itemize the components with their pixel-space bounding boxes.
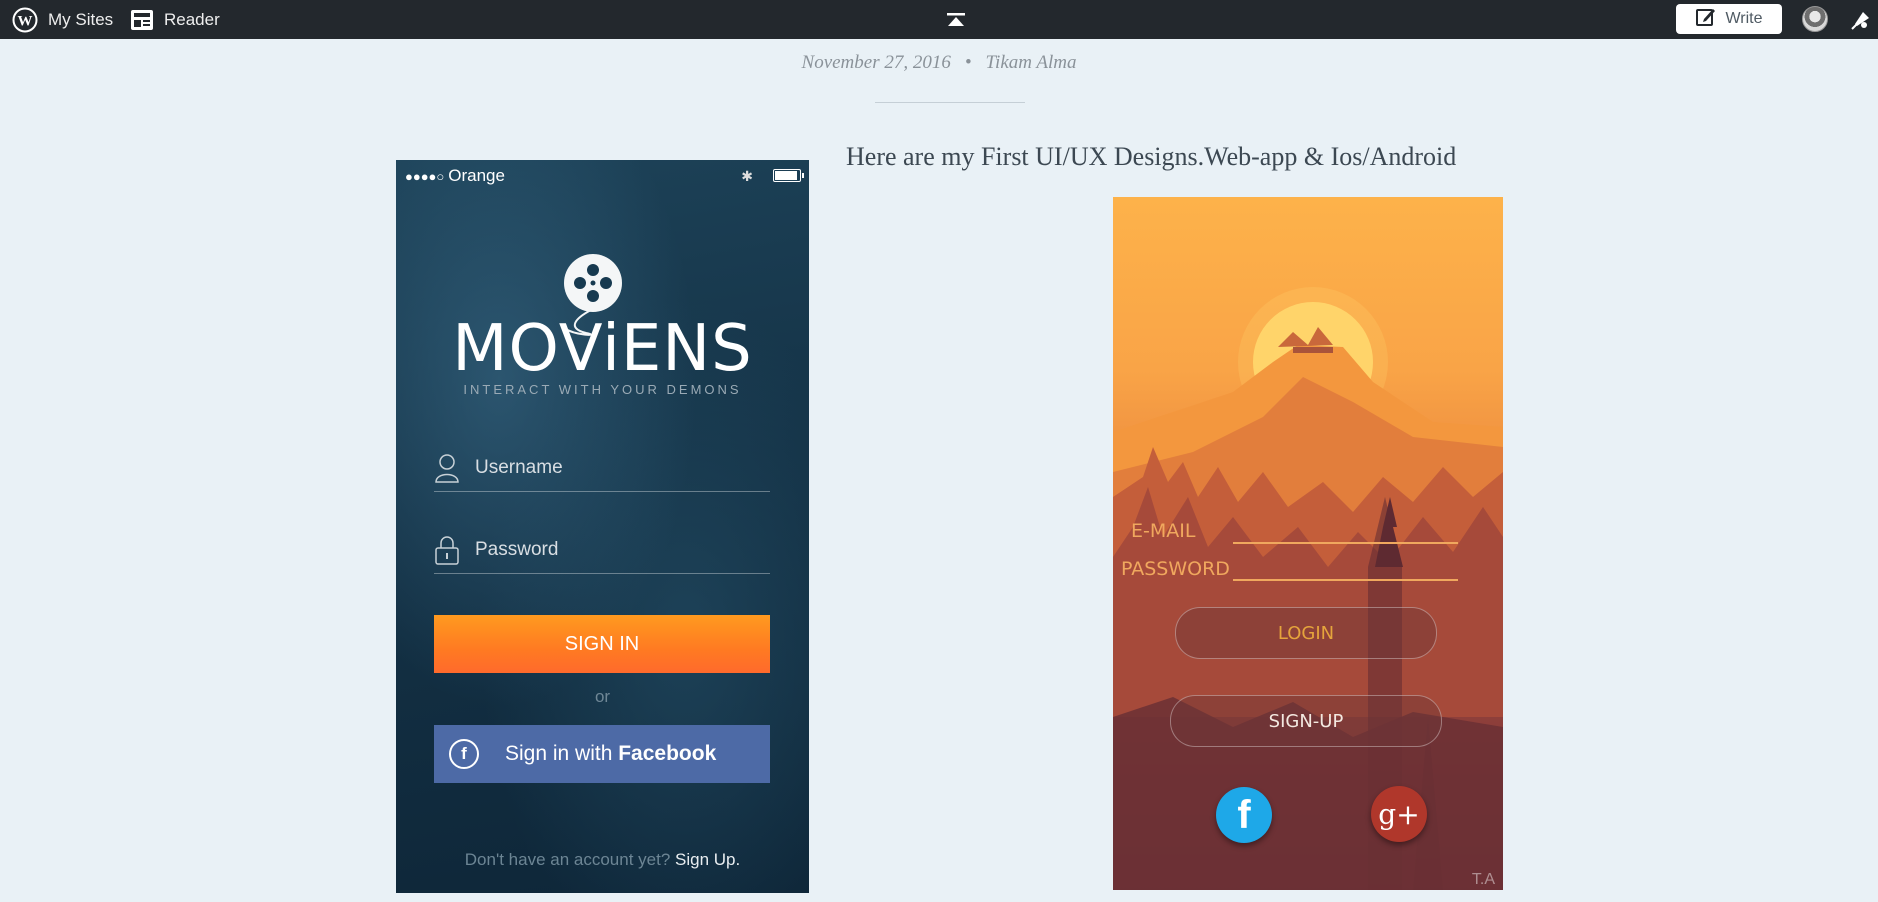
signup-link[interactable]: Sign Up. bbox=[675, 850, 740, 869]
facebook-sign-in-label: Sign in with Facebook bbox=[505, 742, 717, 765]
username-placeholder: Username bbox=[475, 457, 563, 478]
email-label: E-MAIL bbox=[1131, 520, 1196, 542]
email-input[interactable] bbox=[1233, 542, 1458, 544]
write-label: Write bbox=[1725, 10, 1763, 27]
my-sites-label: My Sites bbox=[48, 9, 114, 29]
post-date[interactable]: November 27, 2016 bbox=[802, 52, 951, 73]
write-button[interactable]: Write bbox=[1676, 4, 1782, 34]
my-sites-button[interactable]: W My Sites bbox=[12, 0, 113, 39]
reader-button[interactable]: Reader bbox=[130, 0, 220, 39]
facebook-icon: f bbox=[449, 739, 479, 769]
designer-signature: T.A bbox=[1471, 871, 1495, 888]
collapse-up-button[interactable] bbox=[946, 0, 966, 39]
or-separator: or bbox=[594, 687, 611, 706]
signal-icon: ●●●●○ bbox=[405, 168, 445, 184]
moviens-login-mockup: ●●●●○ Orange ✱ MOViENS INTERACT WITH YOU… bbox=[396, 160, 809, 893]
login-button[interactable]: LOGIN bbox=[1175, 607, 1437, 659]
notifications-icon bbox=[1849, 8, 1873, 32]
password-field[interactable]: Password bbox=[434, 523, 770, 574]
film-reel-icon bbox=[564, 254, 622, 312]
post-author[interactable]: Tikam Alma bbox=[986, 52, 1077, 73]
avatar[interactable] bbox=[1802, 6, 1828, 32]
carrier-label: Orange bbox=[448, 166, 505, 185]
google-plus-icon[interactable]: g+ bbox=[1371, 786, 1427, 842]
wordpress-icon: W bbox=[12, 7, 38, 33]
reader-label: Reader bbox=[164, 9, 220, 29]
status-bar: ●●●●○ Orange bbox=[405, 166, 505, 186]
password-label: PASSWORD bbox=[1121, 558, 1230, 580]
brand-logo: MOViENS bbox=[452, 312, 753, 386]
signup-prompt: Don't have an account yet? Sign Up. bbox=[396, 850, 809, 870]
firewatch-login-mockup: E-MAIL PASSWORD LOGIN SIGN-UP f g+ T.A bbox=[1113, 197, 1503, 890]
lock-icon bbox=[435, 536, 459, 565]
password-placeholder: Password bbox=[475, 539, 559, 560]
write-icon bbox=[1695, 6, 1717, 33]
admin-bar: W My Sites Reader Write bbox=[0, 0, 1878, 39]
facebook-sign-in-button[interactable]: f Sign in with Facebook bbox=[434, 725, 770, 783]
facebook-icon[interactable]: f bbox=[1216, 787, 1272, 843]
user-icon bbox=[435, 454, 459, 483]
password-input[interactable] bbox=[1233, 579, 1458, 581]
signup-question: Don't have an account yet? bbox=[464, 850, 675, 869]
signup-button[interactable]: SIGN-UP bbox=[1170, 695, 1442, 747]
notifications-button[interactable] bbox=[1849, 0, 1873, 39]
reader-icon bbox=[130, 9, 154, 31]
bluetooth-icon: ✱ bbox=[741, 168, 753, 184]
collapse-up-icon bbox=[946, 12, 966, 28]
battery-icon bbox=[773, 169, 804, 182]
brand-tagline: INTERACT WITH YOUR DEMONS bbox=[463, 382, 742, 397]
divider bbox=[875, 102, 1025, 103]
username-field[interactable]: Username bbox=[434, 441, 770, 492]
sign-in-button[interactable]: SIGN IN bbox=[434, 615, 770, 673]
meta-separator: • bbox=[964, 52, 972, 73]
svg-text:W: W bbox=[18, 13, 33, 29]
post-title: Here are my First UI/UX Designs.Web-app … bbox=[846, 142, 1457, 171]
post-meta: November 27, 2016 • Tikam Alma bbox=[0, 52, 1878, 74]
